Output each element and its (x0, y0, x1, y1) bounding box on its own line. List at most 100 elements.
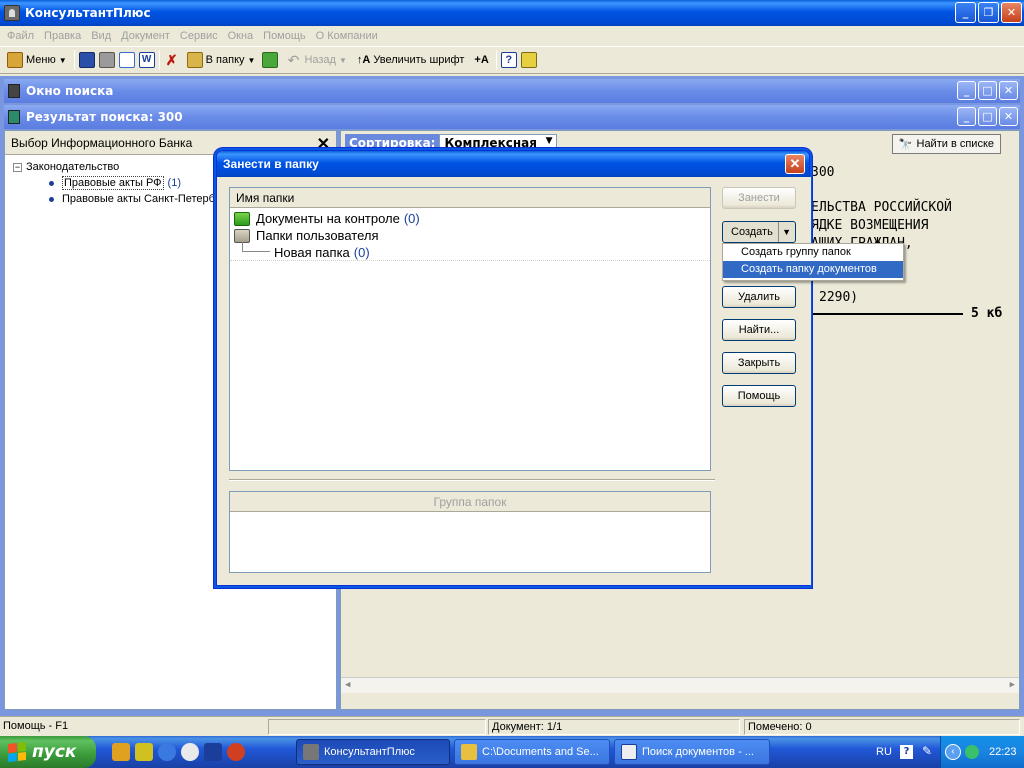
help-icon[interactable]: ? (900, 745, 913, 759)
find-button[interactable]: Найти... (722, 319, 796, 341)
network-icon[interactable] (965, 745, 979, 759)
menu-view[interactable]: Вид (86, 30, 116, 42)
toolbar-separator (158, 50, 160, 70)
folder-row-control[interactable]: Документы на контроле (0) (230, 210, 710, 227)
tree-item-count: (1) (167, 177, 181, 189)
find-in-list-button[interactable]: 🔭 Найти в списке (891, 134, 1001, 154)
help-icon[interactable]: ? (500, 52, 517, 68)
maximize-button[interactable]: □ (978, 107, 997, 126)
menu-item-create-group[interactable]: Создать группу папок (723, 244, 903, 261)
scroll-right-icon[interactable]: ▶ (1010, 680, 1015, 690)
minimize-button[interactable]: _ (957, 107, 976, 126)
status-marked: Помечено: 0 (744, 719, 1020, 735)
tree-item-label: Правовые акты РФ (62, 176, 164, 190)
info-bank-title: Выбор Информационного Банка (11, 135, 193, 150)
add-button[interactable]: Занести (722, 187, 796, 209)
collapse-icon[interactable]: − (13, 162, 22, 172)
chevron-down-icon: ▼ (58, 55, 67, 65)
font-plus-button[interactable]: +A (471, 53, 491, 67)
menu-help[interactable]: Помощь (258, 30, 311, 42)
menu-service[interactable]: Сервис (175, 30, 223, 42)
restore-button[interactable]: ❐ (978, 2, 999, 23)
back-label: Назад (304, 54, 336, 66)
result-window-titlebar[interactable]: Результат поиска: 300 _ □ ✕ (4, 105, 1020, 129)
close-button[interactable]: ✕ (999, 81, 1018, 100)
back-button[interactable]: ↶ Назад ▼ (282, 51, 349, 69)
folder-row-count: (0) (403, 211, 420, 226)
close-dialog-button[interactable]: Закрыть (722, 352, 796, 374)
task-button-explorer[interactable]: C:\Documents and Se... (454, 739, 610, 765)
print-icon[interactable] (98, 52, 115, 68)
browser-icon[interactable] (227, 743, 245, 761)
close-button[interactable]: ✕ (1001, 2, 1022, 23)
menu-document[interactable]: Документ (116, 30, 175, 42)
chevron-left-icon[interactable]: ‹ (945, 744, 961, 760)
search-window-controls: _ □ ✕ (957, 81, 1018, 100)
folder-row-label: Новая папка (274, 244, 350, 260)
folder-row-count: (0) (353, 244, 370, 260)
app-title: КонсультантПлюс (25, 6, 151, 20)
system-tray: ‹ 22:23 (940, 736, 1024, 768)
folder-row-user[interactable]: Папки пользователя (230, 227, 710, 244)
task-button-consultant[interactable]: КонсультантПлюс (296, 739, 450, 765)
media-icon[interactable] (181, 743, 199, 761)
clock[interactable]: 22:23 (989, 746, 1017, 758)
tree-root-label: Законодательство (26, 161, 120, 173)
close-button[interactable]: ✕ (785, 154, 805, 174)
minimize-button[interactable]: _ (955, 2, 976, 23)
folder-icon (186, 52, 203, 68)
folder-row-label: Документы на контроле (256, 211, 400, 226)
horizontal-scrollbar[interactable]: ◀ ▶ (341, 677, 1019, 693)
search-window-icon (8, 84, 20, 98)
app-titlebar[interactable]: КонсультантПлюс _ ❐ ✕ (0, 0, 1024, 26)
bullet-icon (49, 180, 54, 186)
menu-button[interactable]: Меню ▼ (4, 51, 70, 69)
dialog-titlebar[interactable]: Занести в папку ✕ (217, 151, 809, 177)
quick-launch (112, 743, 245, 761)
maximize-button[interactable]: □ (978, 81, 997, 100)
font-bigger-label: Увеличить шрифт (373, 54, 465, 66)
minimize-button[interactable]: _ (957, 81, 976, 100)
menu-file[interactable]: Файл (2, 30, 39, 42)
dialog-divider (229, 479, 715, 481)
chevron-down-icon: ▼ (545, 136, 553, 146)
tip-icon[interactable] (520, 52, 537, 68)
to-folder-button[interactable]: В папку ▼ (184, 51, 259, 69)
task-label: КонсультантПлюс (324, 746, 415, 758)
task-button-search[interactable]: Поиск документов - ... (614, 739, 770, 765)
document-text-line: 5 кб (971, 306, 1003, 321)
help-button[interactable]: Помощь (722, 385, 796, 407)
bullet-icon (49, 196, 54, 202)
font-bigger-button[interactable]: ↑A Увеличить шрифт (354, 53, 468, 67)
menu-edit[interactable]: Правка (39, 30, 86, 42)
folder-row-new[interactable]: Новая папка (0) (230, 244, 710, 261)
font-up-icon: ↑A (356, 54, 371, 66)
status-empty (268, 719, 486, 735)
create-button[interactable]: Создать ▼ (722, 221, 796, 243)
create-button-label: Создать (731, 226, 773, 238)
folder-name-column-header[interactable]: Имя папки (230, 188, 710, 208)
language-indicator[interactable]: RU (876, 746, 892, 758)
menu-item-create-folder[interactable]: Создать папку документов (723, 261, 903, 278)
word-export-icon[interactable]: W (138, 52, 155, 68)
folder-list[interactable]: Имя папки Документы на контроле (0) Папк… (229, 187, 711, 471)
delete-icon[interactable]: ✗ (164, 52, 180, 68)
document-text-line: ЯДКЕ ВОЗМЕЩЕНИЯ (811, 218, 929, 233)
mic-icon[interactable]: ✎ (922, 744, 932, 758)
save-icon[interactable] (78, 52, 95, 68)
start-button[interactable]: пуск (0, 736, 96, 768)
ie-icon[interactable] (158, 743, 176, 761)
export-icon[interactable] (262, 52, 279, 68)
preview-icon[interactable] (118, 52, 135, 68)
menu-about[interactable]: О Компании (311, 30, 383, 42)
word-icon[interactable] (204, 743, 222, 761)
quicklaunch-icon[interactable] (112, 743, 130, 761)
close-button[interactable]: ✕ (999, 107, 1018, 126)
menu-windows[interactable]: Окна (223, 30, 259, 42)
result-window-title: Результат поиска: 300 (26, 110, 183, 124)
scroll-left-icon[interactable]: ◀ (345, 680, 350, 690)
search-window-titlebar[interactable]: Окно поиска _ □ ✕ (4, 79, 1020, 103)
chevron-down-icon: ▼ (338, 55, 347, 65)
quicklaunch-icon[interactable] (135, 743, 153, 761)
delete-button[interactable]: Удалить (722, 286, 796, 308)
